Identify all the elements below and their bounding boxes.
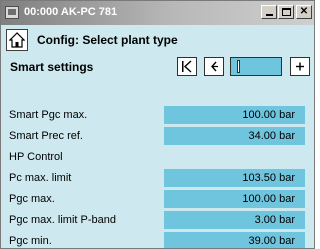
title-bar[interactable]: 00:000 AK-PC 781 ✕: [1, 1, 314, 25]
setting-value-field[interactable]: 39.00 bar: [164, 232, 305, 248]
previous-page-icon: [211, 61, 218, 72]
first-page-button[interactable]: [177, 57, 197, 76]
maximize-icon: [281, 8, 291, 16]
setting-label: Pgc max. limit P-band: [9, 214, 116, 226]
setting-value-field[interactable]: 3.00 bar: [164, 211, 305, 229]
minimize-icon: [265, 14, 273, 16]
setting-label: Pc max. limit: [9, 172, 72, 184]
page-title: Config: Select plant type: [37, 33, 178, 47]
setting-value-field[interactable]: 100.00 bar: [164, 190, 305, 208]
setting-value-field[interactable]: 100.00 bar: [164, 106, 305, 124]
close-icon: ✕: [299, 6, 309, 17]
page-scrollbar[interactable]: [230, 57, 282, 76]
setting-label: Smart Prec ref.: [9, 130, 83, 142]
setting-row-smart-pgc-max[interactable]: Smart Pgc max. 100.00 bar: [1, 105, 314, 126]
scrollbar-thumb[interactable]: [237, 60, 240, 73]
controller-app-icon: [5, 6, 19, 19]
home-button[interactable]: [6, 29, 28, 51]
setting-value-field[interactable]: 103.50 bar: [164, 169, 305, 187]
main-content: Config: Select plant type Smart settings: [1, 25, 314, 248]
next-page-icon: [296, 62, 304, 71]
group-header-hp-control: HP Control: [1, 147, 314, 168]
next-page-button[interactable]: [290, 57, 310, 76]
first-page-icon: [182, 60, 192, 73]
setting-label: Smart Pgc max.: [9, 109, 88, 121]
setting-row-pgc-min[interactable]: Pgc min. 39.00 bar: [1, 231, 314, 248]
section-title: Smart settings: [10, 60, 94, 74]
home-icon: [9, 32, 25, 48]
maximize-button[interactable]: [278, 5, 294, 19]
setting-row-smart-prec-ref[interactable]: Smart Prec ref. 34.00 bar: [1, 126, 314, 147]
group-header-label: HP Control: [9, 151, 63, 163]
setting-label: Pgc max.: [9, 193, 55, 205]
previous-page-button[interactable]: [204, 57, 224, 76]
setting-value-field[interactable]: 34.00 bar: [164, 127, 305, 145]
window-title: 00:000 AK-PC 781: [24, 6, 118, 18]
minimize-button[interactable]: [261, 5, 277, 19]
close-button[interactable]: ✕: [296, 5, 312, 19]
app-window: 00:000 AK-PC 781 ✕ Config: Select plant …: [0, 0, 315, 249]
setting-row-pgc-max-limit-p-band[interactable]: Pgc max. limit P-band 3.00 bar: [1, 210, 314, 231]
setting-label: Pgc min.: [9, 235, 52, 247]
setting-row-pgc-max[interactable]: Pgc max. 100.00 bar: [1, 189, 314, 210]
setting-row-pc-max-limit[interactable]: Pc max. limit 103.50 bar: [1, 168, 314, 189]
